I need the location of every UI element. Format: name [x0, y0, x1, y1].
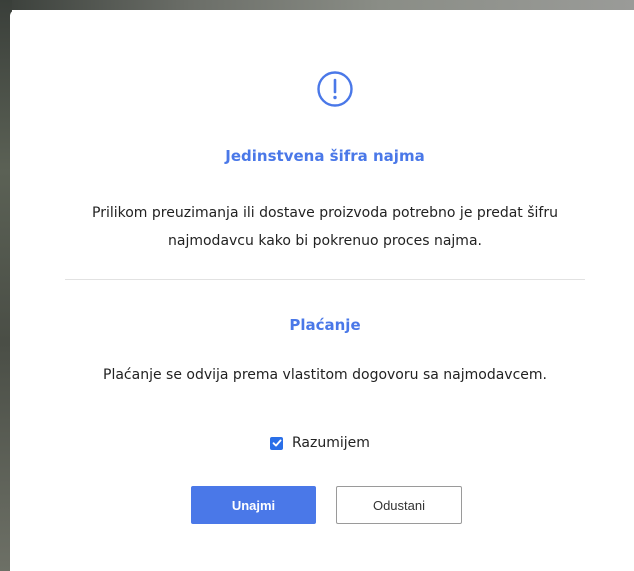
section-divider: [65, 279, 585, 280]
understand-checkbox[interactable]: [270, 436, 283, 450]
rent-button[interactable]: Unajmi: [191, 486, 316, 524]
rental-confirmation-modal: [10, 10, 634, 571]
payment-description: Plaćanje se odvija prema vlastitom dogov…: [103, 367, 547, 383]
checkmark-icon: [272, 439, 282, 447]
rental-code-description-line-1: Prilikom preuzimanja ili dostave proizvo…: [92, 205, 558, 221]
understand-checkbox-label[interactable]: Razumijem: [292, 435, 370, 451]
exclamation-circle-icon: [316, 70, 354, 108]
cancel-button[interactable]: Odustani: [336, 486, 462, 524]
rental-code-description: Prilikom preuzimanja ili dostave proizvo…: [0, 199, 634, 255]
background-image-strip-top: [0, 0, 634, 10]
section-title-rental-code: Jedinstvena šifra najma: [225, 147, 425, 165]
understand-checkbox-row[interactable]: Razumijem: [270, 433, 370, 453]
rental-code-description-line-2: najmodavcu kako bi pokrenuo proces najma…: [168, 233, 482, 249]
section-title-payment: Plaćanje: [289, 316, 361, 334]
